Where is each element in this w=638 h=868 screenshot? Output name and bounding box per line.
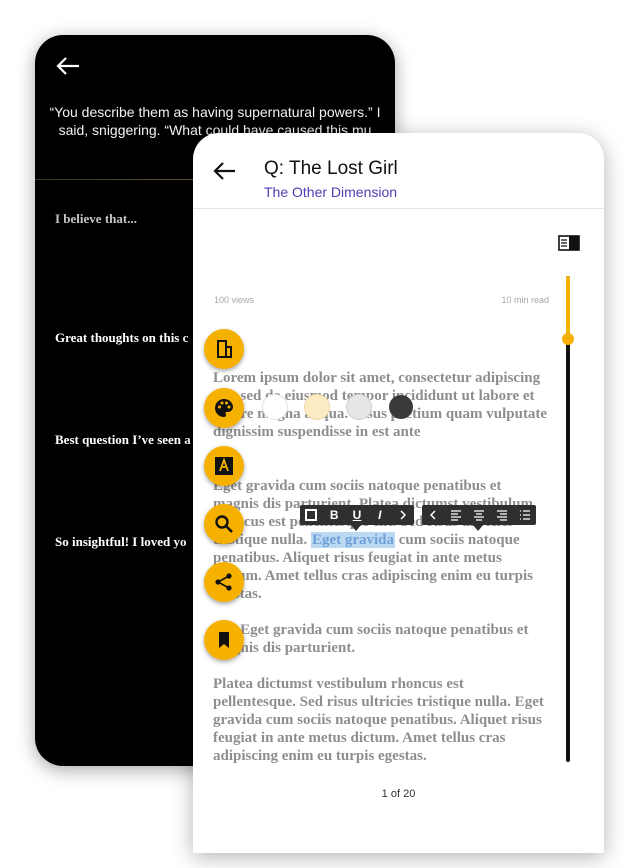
progress-track[interactable] — [566, 276, 570, 762]
page-indicator: 1 of 20 — [381, 788, 416, 800]
bookmark-button[interactable] — [204, 620, 244, 660]
layout-button[interactable] — [204, 329, 244, 369]
font-button[interactable] — [204, 446, 244, 486]
align-right-icon[interactable] — [494, 505, 510, 525]
format-toolbar: B U I — [300, 505, 414, 525]
progress-knob[interactable] — [562, 333, 574, 345]
palette-icon — [215, 399, 233, 417]
back-arrow-icon[interactable] — [213, 161, 237, 181]
comment-3: Best question I’ve seen a — [55, 432, 191, 447]
views-count: 100 views — [214, 295, 255, 305]
progress-fill — [566, 276, 570, 339]
paragraph-3: Sed Eget gravida cum sociis natoque pena… — [213, 622, 529, 656]
comment-1: I believe that... — [55, 211, 137, 226]
paragraph-2: Eget gravida cum sociis natoque penatibu… — [213, 477, 548, 603]
search-icon — [215, 515, 233, 533]
theme-swatch-dark[interactable] — [389, 395, 413, 419]
italic-button[interactable]: I — [372, 505, 388, 525]
read-time: 10 min read — [501, 295, 549, 305]
layout-icon — [217, 340, 232, 358]
list-icon[interactable] — [517, 505, 533, 525]
toolbar-caret — [351, 525, 361, 531]
light-reader-screen: Q: The Lost Girl The Other Dimension 100… — [193, 133, 604, 853]
page-title: Q: The Lost Girl — [264, 158, 398, 179]
align-left-icon[interactable] — [448, 505, 464, 525]
theme-button[interactable] — [204, 388, 244, 428]
theme-swatch-white[interactable] — [263, 395, 287, 419]
bold-button[interactable]: B — [326, 505, 342, 525]
paragraph-4: Platea dictumst vestibulum rhoncus est p… — [213, 676, 544, 764]
chevron-left-icon[interactable] — [425, 505, 441, 525]
search-button[interactable] — [204, 504, 244, 544]
comment-2: Great thoughts on this c — [55, 330, 189, 345]
share-icon — [215, 573, 232, 591]
font-icon — [215, 457, 233, 475]
header-divider — [193, 208, 604, 209]
alignment-toolbar — [422, 505, 536, 525]
box-format-icon[interactable] — [303, 505, 319, 525]
toolbar-caret-2 — [473, 525, 483, 531]
bookmark-icon — [219, 632, 229, 648]
share-button[interactable] — [204, 562, 244, 602]
page-subtitle: The Other Dimension — [264, 184, 398, 200]
selected-text[interactable]: Eget gravida — [310, 532, 396, 548]
comment-4: So insightful! I loved yo — [55, 534, 187, 549]
align-center-icon[interactable] — [471, 505, 487, 525]
theme-swatch-sepia[interactable] — [305, 395, 329, 419]
chevron-right-icon[interactable] — [395, 505, 411, 525]
back-arrow-icon[interactable] — [55, 55, 81, 77]
theme-swatch-gray[interactable] — [347, 395, 371, 419]
reader-mode-icon[interactable] — [558, 235, 580, 251]
underline-button[interactable]: U — [349, 505, 365, 525]
